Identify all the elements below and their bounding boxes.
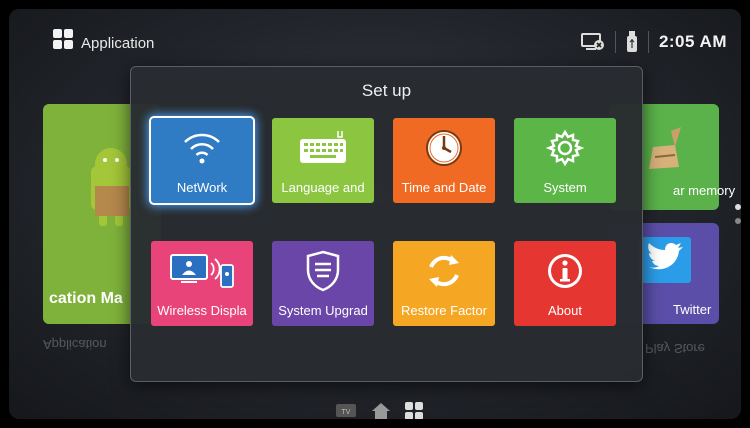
refresh-icon — [429, 255, 459, 287]
system-upgrade-label: System Upgrad — [278, 303, 368, 318]
restore-factory-tile[interactable]: Restore Factor — [393, 241, 495, 326]
wireless-display-tile[interactable]: Wireless Displa — [151, 241, 253, 326]
language-tile[interactable]: Language and — [272, 118, 374, 203]
dialog-title: Set up — [361, 81, 412, 100]
wifi-icon — [184, 133, 220, 164]
shield-icon — [306, 250, 340, 292]
about-label: About — [548, 303, 582, 318]
wireless-display-icon — [170, 254, 234, 288]
system-tile[interactable]: System — [514, 118, 616, 203]
restore-factory-label: Restore Factor — [401, 303, 487, 318]
app-manager-reflection: Application — [43, 337, 107, 352]
system-upgrade-tile[interactable]: System Upgrad — [272, 241, 374, 326]
twitter-logo-box — [639, 237, 691, 283]
info-icon — [548, 254, 582, 288]
status-area: 2:05 AM — [580, 27, 727, 57]
network-tile[interactable]: NetWork — [149, 116, 255, 205]
app-title: Application — [81, 35, 155, 52]
twitter-bird-icon — [648, 242, 683, 270]
top-bar: Application 2:05 AM — [9, 9, 741, 69]
app-manager-label: cation Ma — [49, 290, 123, 307]
usb-drive-icon — [626, 31, 637, 52]
twitter-label: Twitter — [673, 302, 712, 317]
status-divider — [614, 31, 616, 53]
clock: 2:05 AM — [658, 32, 727, 51]
time-date-label: Time and Date — [401, 180, 487, 195]
apps-grid-icon[interactable] — [405, 402, 423, 419]
clear-memory-label: ar memory — [673, 183, 736, 198]
wireless-display-label: Wireless Displa — [157, 303, 247, 318]
application-grid-icon — [53, 29, 73, 49]
page-dot — [735, 204, 741, 210]
tv-icon-text: TV — [342, 409, 351, 416]
screen-cast-icon — [580, 33, 604, 50]
gear-icon — [546, 129, 584, 167]
network-label: NetWork — [176, 180, 228, 195]
keyboard-icon — [300, 131, 346, 163]
play-store-reflection: Play Store — [645, 341, 705, 356]
bottom-dock: TV — [335, 402, 423, 419]
language-label: Language and — [281, 180, 365, 195]
page-indicator — [735, 204, 741, 232]
tv-icon[interactable]: TV — [335, 403, 357, 419]
tv-screen: Application 2:05 AM cation Ma Applicatio… — [9, 9, 741, 419]
broom-icon — [649, 127, 681, 169]
page-dot — [735, 218, 741, 224]
setup-dialog: Set up NetWork Language and Time and Dat… — [130, 66, 643, 382]
time-date-tile[interactable]: Time and Date — [393, 118, 495, 203]
home-icon[interactable] — [371, 402, 391, 419]
about-tile[interactable]: About — [514, 241, 616, 326]
clock-icon — [426, 130, 462, 166]
status-divider — [647, 31, 649, 53]
system-label: System — [543, 180, 587, 195]
